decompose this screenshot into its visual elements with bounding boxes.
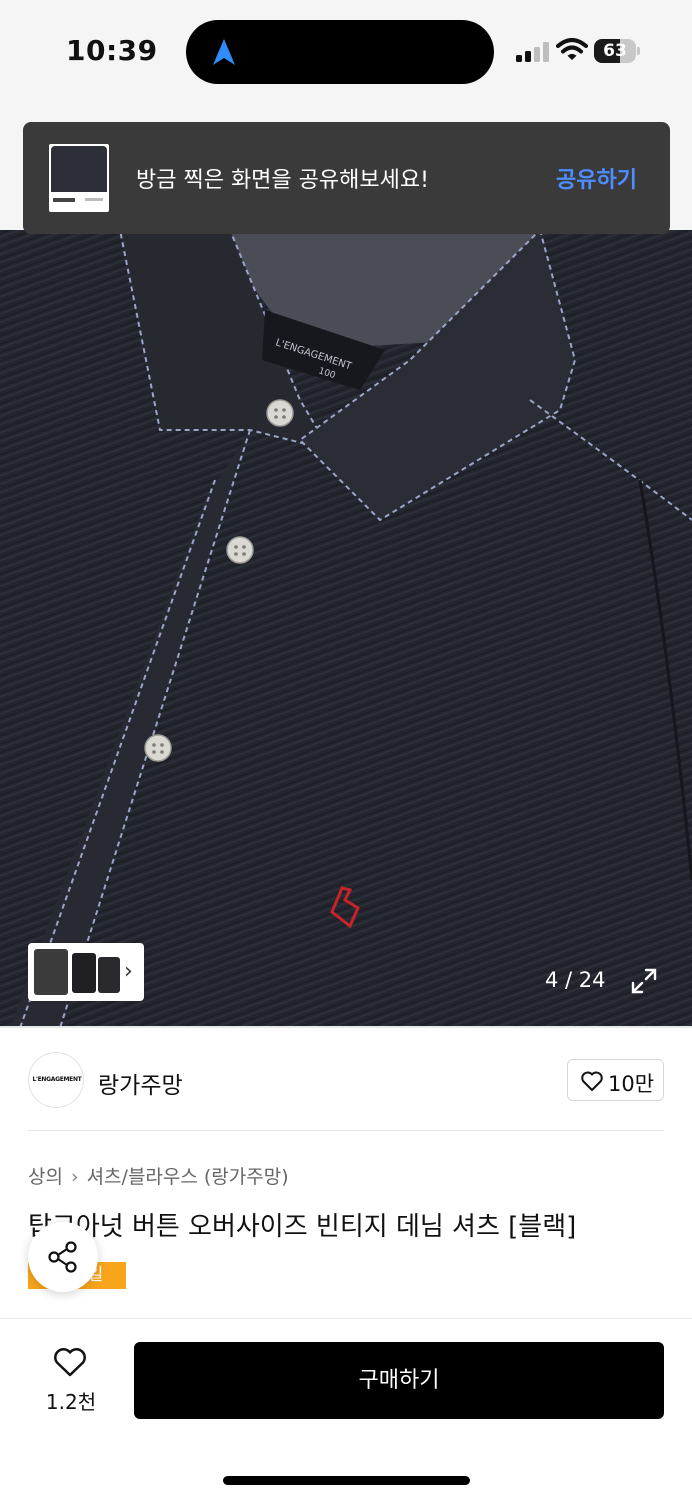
screenshot-thumbnail[interactable] xyxy=(49,144,109,212)
status-bar: 10:39 63 xyxy=(0,0,692,100)
battery-icon: 63 xyxy=(594,39,640,63)
cellular-signal-icon xyxy=(516,42,549,62)
breadcrumb-category[interactable]: 상의 xyxy=(28,1166,63,1188)
denim-shirt-photo: L'ENGAGEMENT 100 xyxy=(0,100,692,1028)
share-button[interactable] xyxy=(28,1222,98,1292)
brand-logo-text: L'ENGAGEMENT xyxy=(32,1076,82,1083)
home-indicator[interactable] xyxy=(223,1476,470,1485)
wishlist-button[interactable]: 1.2천 xyxy=(36,1342,106,1418)
image-page-counter: 4 / 24 xyxy=(545,968,606,992)
variant-thumbnail[interactable] xyxy=(98,957,120,993)
brand-like-button[interactable]: 10만 xyxy=(567,1059,664,1101)
wishlist-count: 1.2천 xyxy=(45,1390,97,1414)
breadcrumb: 상의 › 셔츠/블라우스 (랑가주망) xyxy=(28,1162,289,1189)
brand-name[interactable]: 랑가주망 xyxy=(98,1066,183,1100)
toast-message: 방금 찍은 화면을 공유해보세요! xyxy=(136,168,429,193)
variant-thumbnail[interactable] xyxy=(34,949,68,995)
chevron-right-icon: › xyxy=(70,1166,79,1188)
thumbnail-shirt xyxy=(51,146,107,192)
heart-icon xyxy=(581,1071,603,1091)
share-toast[interactable]: 방금 찍은 화면을 공유해보세요! 공유하기 xyxy=(23,122,670,234)
battery-body: 63 xyxy=(594,39,636,63)
chevron-right-icon: › xyxy=(124,959,133,984)
thumbnail-line xyxy=(85,198,103,201)
wifi-icon xyxy=(556,38,588,60)
thumbnail-line xyxy=(53,198,75,202)
expand-icon[interactable] xyxy=(629,966,659,996)
share-action-button[interactable]: 공유하기 xyxy=(556,162,637,194)
brand-like-count: 10만 xyxy=(608,1072,655,1096)
variant-thumbnail[interactable] xyxy=(72,953,96,993)
navigation-arrow-icon xyxy=(213,39,235,65)
color-variants-thumbnails[interactable]: › xyxy=(28,943,144,1001)
heart-icon xyxy=(54,1348,86,1377)
dynamic-island xyxy=(186,20,494,84)
divider xyxy=(28,1130,664,1131)
share-icon xyxy=(48,1241,77,1273)
battery-nub xyxy=(637,47,640,55)
status-time: 10:39 xyxy=(66,34,158,67)
product-title: 탑고아넛 버튼 오버사이즈 빈티지 데님 셔츠 [블랙] xyxy=(28,1212,577,1242)
brand-logo[interactable]: L'ENGAGEMENT xyxy=(28,1052,84,1108)
product-image[interactable]: L'ENGAGEMENT 100 xyxy=(0,100,692,1028)
buy-button[interactable]: 구매하기 xyxy=(134,1342,664,1419)
bottom-bar-divider xyxy=(0,1318,692,1319)
breadcrumb-subcategory[interactable]: 셔츠/블라우스 (랑가주망) xyxy=(87,1166,289,1188)
battery-percent: 63 xyxy=(603,41,627,61)
